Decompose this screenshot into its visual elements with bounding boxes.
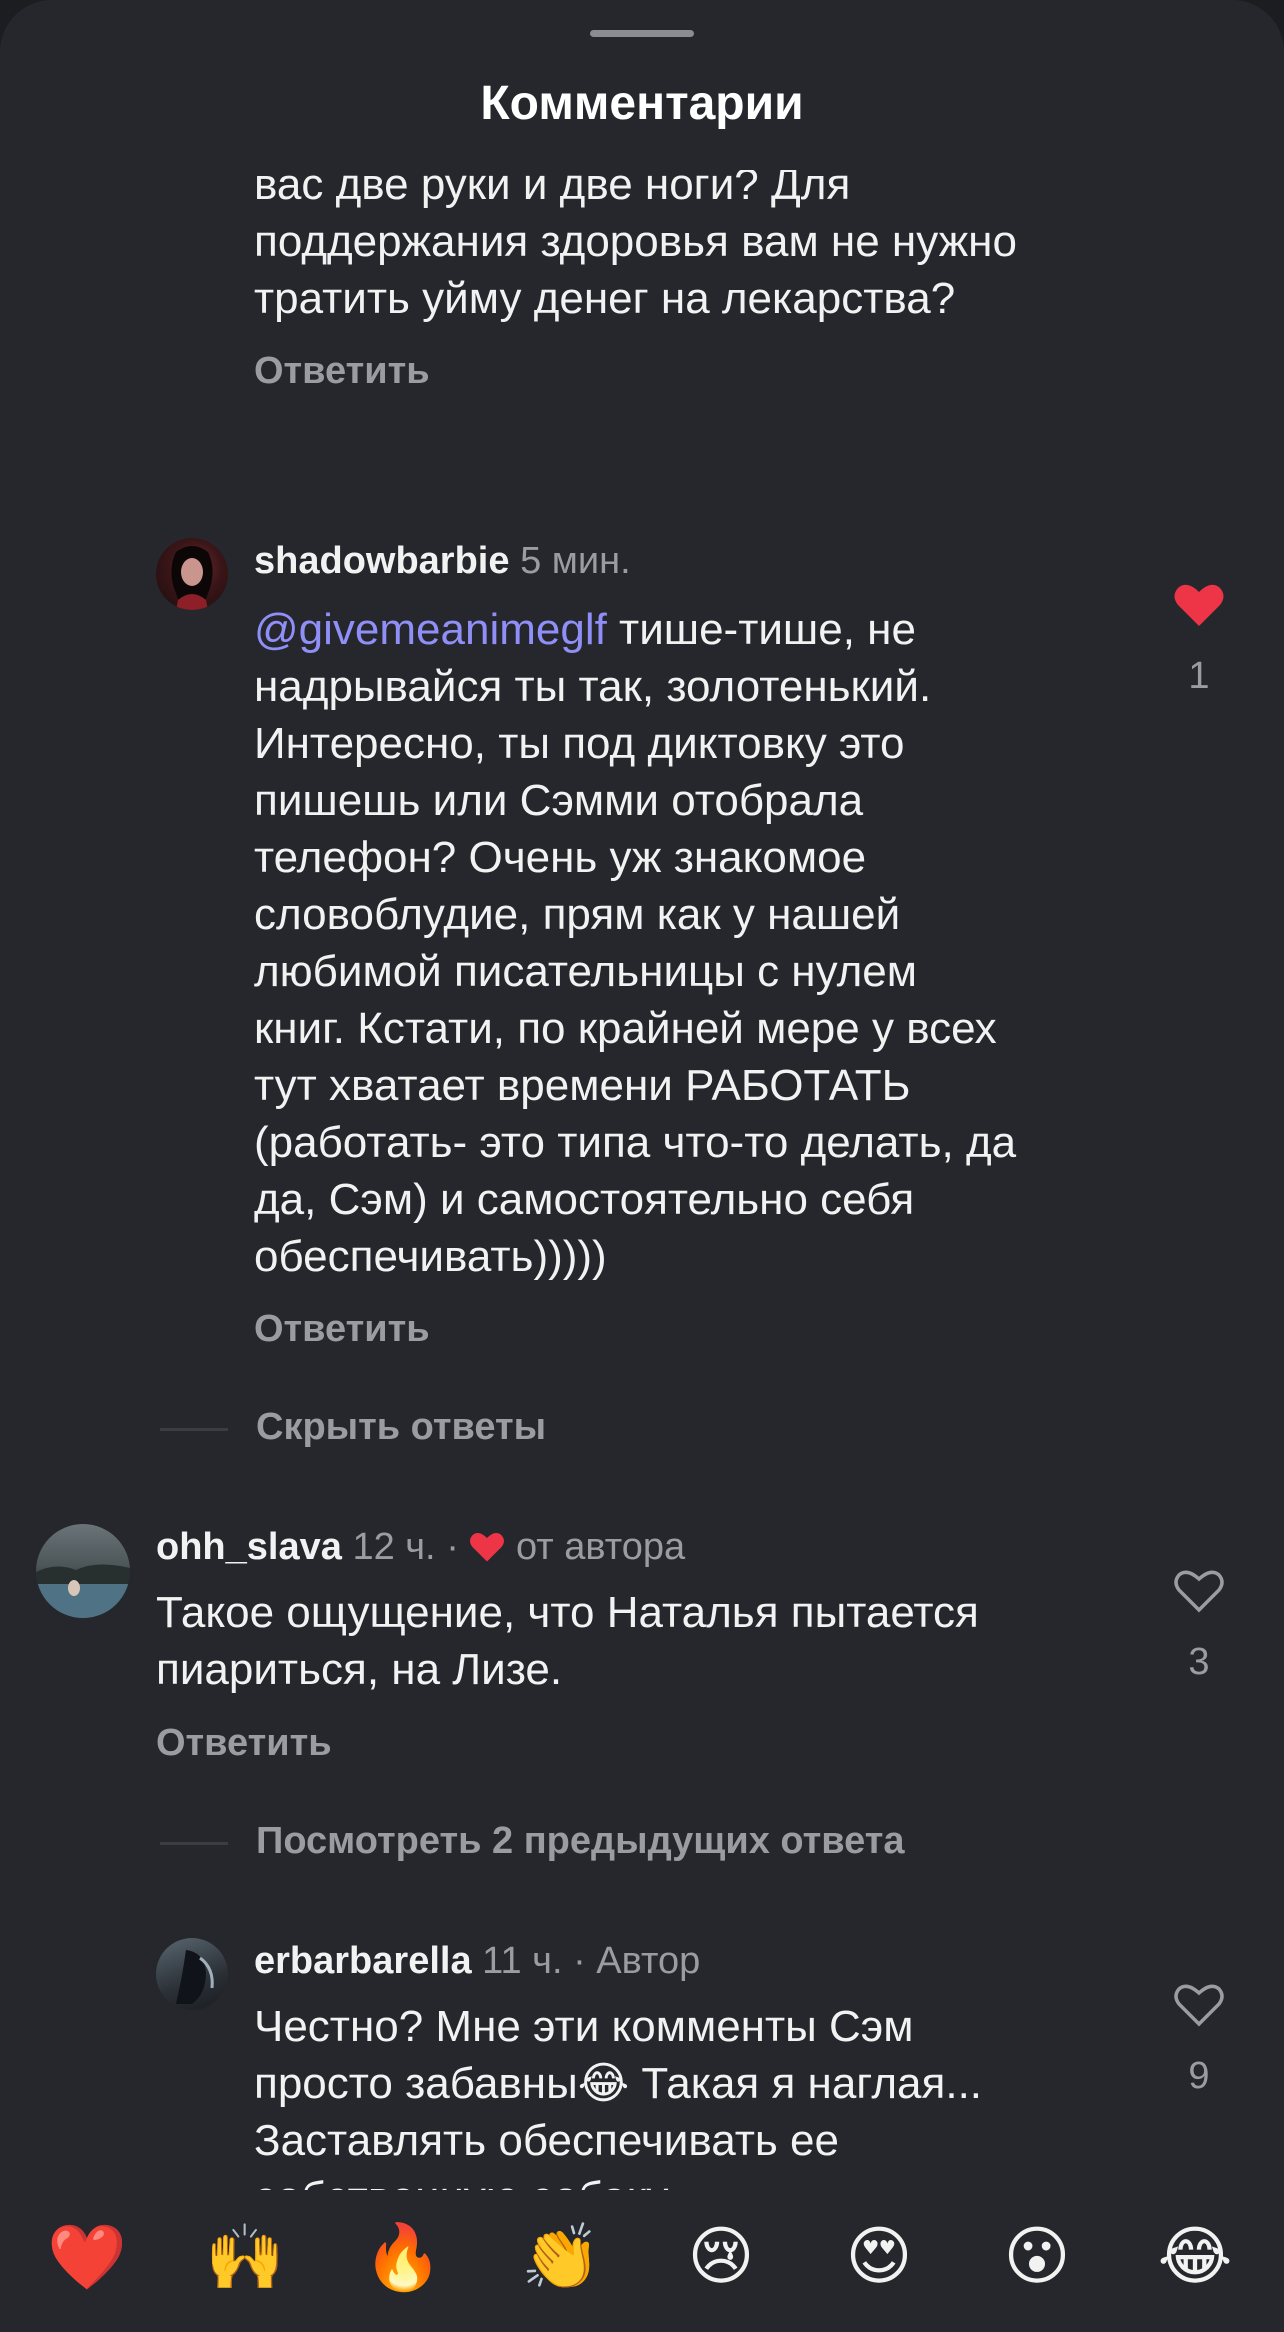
comment-text-line: @givemeanimeglf тише-тише, не	[254, 601, 1194, 658]
comment-text-line: собственную собаку...	[254, 2169, 1194, 2190]
thread-divider	[160, 1428, 228, 1431]
username[interactable]: erbarbarella	[254, 1940, 472, 1982]
reply-button[interactable]: Ответить	[156, 1722, 332, 1765]
comment-text-line: пишешь или Сэмми отобрала	[254, 776, 864, 825]
comment-text-line: Заставлять обеспечивать ее	[254, 2116, 839, 2165]
drag-handle[interactable]	[590, 30, 694, 37]
comment-text-line: телефон? Очень уж знакомое	[254, 833, 867, 882]
heart-outline-icon[interactable]	[1173, 1568, 1225, 1614]
avatar[interactable]	[156, 538, 228, 610]
comment-text-line: книг. Кстати, по крайней мере у всех	[254, 1004, 997, 1053]
emoji-reaction-bar: ❤️ 🙌 🔥 👏 😢 😍 😮 😂	[0, 2190, 1284, 2332]
author-badge: Автор	[596, 1940, 701, 1982]
comment-body: Такое ощущение, что Наталья пытается пиа…	[156, 1584, 1156, 1698]
comment-body: Честно? Мне эти комменты Сэм просто заба…	[254, 1998, 1194, 2190]
comment-text-line: (работать- это типа что-то делать, да	[254, 1118, 1017, 1167]
emoji-fire-button[interactable]: 🔥	[358, 2220, 448, 2295]
emoji-surprised-button[interactable]: 😮	[992, 2220, 1082, 2294]
username[interactable]: ohh_slava	[156, 1526, 342, 1568]
avatar-image	[36, 1564, 130, 1618]
emoji-heart-eyes-button[interactable]: 😍	[834, 2220, 924, 2294]
comment-text-line: тратить уйму денег на лекарства?	[254, 274, 956, 323]
emoji-crying-button[interactable]: 😢	[676, 2220, 766, 2294]
comment-text-line: тут хватает времени РАБОТАТЬ	[254, 1061, 911, 1110]
comment-text-line: надрывайся ты так, золотенький.	[254, 662, 932, 711]
reply-button[interactable]: Ответить	[254, 1308, 430, 1351]
liked-by-author-label: от автора	[515, 1526, 686, 1568]
comment-body: @givemeanimeglf тише-тише, не надрывайся…	[254, 601, 1194, 1285]
comment-text-line: обеспечивать)))))	[254, 1232, 607, 1281]
username[interactable]: shadowbarbie	[254, 540, 510, 582]
avatar-image	[176, 1950, 214, 2004]
avatar[interactable]	[156, 1938, 228, 2010]
comment-text-line: просто забавны😂 Такая я наглая...	[254, 2059, 983, 2108]
like-count: 1	[1188, 655, 1210, 697]
reply-button[interactable]: Ответить	[254, 350, 430, 393]
emoji-raised-hands-button[interactable]: 🙌	[200, 2220, 290, 2295]
hide-replies-button[interactable]: Скрыть ответы	[256, 1406, 546, 1449]
comment-text-line: поддержания здоровья вам не нужно	[254, 217, 1017, 266]
comment-text-line: словоблудие, прям как у нашей	[254, 890, 901, 939]
heart-outline-icon[interactable]	[1173, 1982, 1225, 2028]
emoji-laughing-button[interactable]: 😂	[1150, 2220, 1240, 2294]
thread-divider	[160, 1842, 228, 1845]
separator: ·	[446, 1526, 459, 1568]
separator: ·	[573, 1940, 586, 1982]
comment-text-line: Честно? Мне эти комменты Сэм	[254, 2002, 914, 2051]
comment-text-line: любимой писательницы с нулем	[254, 947, 918, 996]
like-control: 9	[1154, 1982, 1244, 2098]
avatar[interactable]	[36, 1524, 130, 1618]
timestamp: 11 ч.	[482, 1940, 563, 1982]
like-control: 1	[1154, 582, 1244, 698]
comments-list[interactable]: вас две руки и две ноги? Для поддержания…	[0, 0, 1284, 2190]
view-previous-replies-button[interactable]: Посмотреть 2 предыдущих ответа	[256, 1820, 905, 1863]
avatar-image	[171, 546, 213, 610]
page-title: Комментарии	[480, 77, 804, 130]
comment-text-line: Такое ощущение, что Наталья пытается	[156, 1588, 979, 1637]
sheet-header: Комментарии	[0, 0, 1284, 170]
comment-meta: ohh_slava 12 ч. · от автора	[156, 1526, 685, 1569]
comment-text: тише-тише, не	[606, 605, 916, 654]
mention-link[interactable]: @givemeanimeglf	[254, 605, 607, 654]
comments-sheet: вас две руки и две ноги? Для поддержания…	[0, 0, 1284, 2332]
emoji-heart-button[interactable]: ❤️	[42, 2220, 132, 2295]
comment-text-line: да, Сэм) и самостоятельно себя	[254, 1175, 915, 1224]
timestamp: 12 ч.	[352, 1526, 436, 1568]
comment-text-line: пиариться, на Лизе.	[156, 1645, 563, 1694]
comment-meta: shadowbarbie 5 мин.	[254, 540, 631, 583]
like-control: 3	[1154, 1568, 1244, 1684]
like-count: 3	[1188, 1641, 1210, 1683]
heart-filled-icon	[470, 1533, 505, 1562]
comment-text-line: Интересно, ты под диктовку это	[254, 719, 905, 768]
timestamp: 5 мин.	[520, 540, 631, 582]
comment-top-partial: вас две руки и две ноги? Для поддержания…	[254, 156, 1214, 327]
emoji-clap-button[interactable]: 👏	[516, 2220, 606, 2295]
comment-meta: erbarbarella 11 ч. · Автор	[254, 1940, 700, 1983]
like-count: 9	[1188, 2055, 1210, 2097]
heart-filled-icon[interactable]	[1173, 582, 1225, 628]
